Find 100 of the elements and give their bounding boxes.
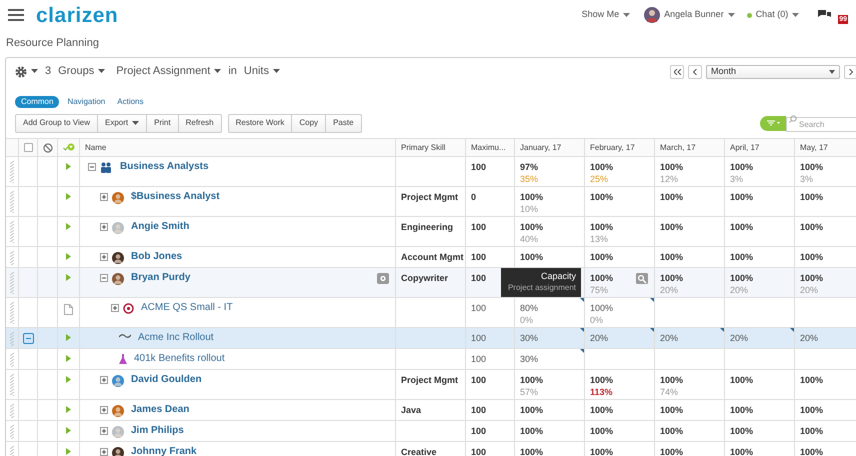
previous-button[interactable] — [688, 64, 702, 78]
drag-handle-icon[interactable] — [10, 425, 14, 439]
table-row[interactable]: $Business Analyst Project Mgmt 0 100% 10% 100% 100% 100% 100% — [6, 187, 856, 217]
expand-arrow-icon[interactable] — [66, 193, 71, 200]
expand-icon[interactable] — [100, 193, 108, 201]
expand-arrow-icon[interactable] — [66, 406, 71, 413]
column-header[interactable]: Maximu... — [471, 142, 506, 154]
view-tab[interactable]: Navigation — [63, 96, 110, 108]
zoom-icon[interactable] — [636, 273, 648, 284]
chat-menu[interactable]: Chat (0) — [756, 8, 800, 22]
units-value: 97% — [520, 161, 538, 173]
table-row[interactable]: Acme Inc Rollout 100 30% 20% 20% 20% 20% — [6, 328, 856, 349]
column-header[interactable]: May, 17 — [800, 142, 828, 154]
expand-icon[interactable] — [100, 253, 108, 261]
view-tab[interactable]: Common — [15, 96, 60, 108]
expand-arrow-icon[interactable] — [66, 163, 71, 170]
column-header[interactable]: March, 17 — [660, 142, 696, 154]
search-field[interactable]: Search — [786, 117, 856, 132]
column-header[interactable]: Primary Skill — [401, 142, 446, 154]
column-header[interactable]: Name — [85, 142, 106, 154]
drag-handle-icon[interactable] — [10, 302, 14, 324]
project-name[interactable]: ACME QS Small - IT — [141, 301, 233, 315]
units-value: 100% — [660, 446, 684, 456]
units-value: 100% — [520, 221, 544, 233]
filter-button[interactable] — [760, 116, 786, 130]
groups-menu[interactable]: Groups — [58, 63, 106, 80]
first-page-button[interactable] — [670, 64, 684, 78]
table-row[interactable]: Angie Smith Engineering 100 100% 40% 100% 13% 100% 100% 100% — [6, 217, 856, 247]
toolbar-button[interactable]: Add Group to View — [15, 114, 98, 132]
units-menu[interactable]: Units — [244, 63, 280, 80]
next-button[interactable] — [844, 64, 856, 78]
column-header[interactable]: April, 17 — [730, 142, 760, 154]
column-header[interactable]: January, 17 — [520, 142, 562, 154]
project-name[interactable]: 401k Benefits rollout — [134, 352, 225, 366]
table-row[interactable]: Business Analysts 100 97% 35% 100% 25% 100% 12% 100% 3% 100% 3% — [6, 157, 856, 187]
resource-name[interactable]: David Goulden — [131, 373, 202, 387]
drag-handle-icon[interactable] — [10, 374, 14, 396]
target-icon — [123, 303, 134, 314]
resource-name[interactable]: Angie Smith — [131, 220, 190, 234]
table-row[interactable]: Bob Jones Account Mgmt 100 100% 100% 100% 100% 100% — [6, 247, 856, 268]
row-checkbox[interactable] — [22, 333, 34, 344]
user-menu[interactable]: Angela Bunner — [664, 8, 735, 22]
expand-arrow-icon[interactable] — [66, 223, 71, 230]
toolbar-button[interactable]: Restore Work — [228, 114, 292, 132]
expand-arrow-icon[interactable] — [66, 427, 71, 434]
expand-icon[interactable] — [100, 376, 108, 384]
camera-icon[interactable] — [377, 273, 389, 284]
expand-arrow-icon[interactable] — [66, 253, 71, 260]
drag-handle-icon[interactable] — [10, 404, 14, 418]
resource-name[interactable]: James Dean — [131, 403, 190, 417]
table-row[interactable]: ACME QS Small - IT 100 80% 0% 100% 0% — [6, 298, 856, 328]
resource-name[interactable]: Johnny Frank — [131, 445, 197, 456]
table-row[interactable]: James Dean Java 100 100% 100% 100% 100% 100% — [6, 400, 856, 421]
resource-name[interactable]: Bryan Purdy — [131, 271, 190, 285]
drag-handle-icon[interactable] — [10, 272, 14, 294]
collapse-icon[interactable] — [100, 274, 108, 282]
menu-icon[interactable] — [8, 9, 24, 21]
blocked-icon[interactable] — [42, 142, 52, 152]
expand-icon[interactable] — [100, 427, 108, 435]
drag-handle-icon[interactable] — [10, 332, 14, 346]
drag-handle-icon[interactable] — [10, 446, 14, 456]
units-value: 100% — [800, 404, 824, 416]
expand-arrow-icon[interactable] — [66, 448, 71, 455]
expand-icon[interactable] — [100, 223, 108, 231]
show-me-menu[interactable]: Show Me — [582, 8, 630, 22]
resource-name[interactable]: $Business Analyst — [131, 190, 220, 204]
view-tab[interactable]: Actions — [113, 96, 148, 108]
resource-name[interactable]: Jim Philips — [131, 424, 184, 438]
drag-handle-icon[interactable] — [10, 191, 14, 213]
period-select[interactable]: Month — [706, 64, 840, 78]
table-row[interactable]: 401k Benefits rollout 100 30% — [6, 349, 856, 370]
drag-handle-icon[interactable] — [10, 221, 14, 243]
settings-menu[interactable] — [15, 66, 38, 78]
expand-icon[interactable] — [100, 448, 108, 456]
drag-handle-icon[interactable] — [10, 161, 14, 183]
table-row[interactable]: Jim Philips 100 100% 100% 100% 100% 100% — [6, 421, 856, 442]
resource-name[interactable]: Business Analysts — [120, 160, 209, 174]
logo-icon — [119, 333, 131, 339]
toolbar-button[interactable]: Paste — [325, 114, 362, 132]
document-icon[interactable] — [64, 304, 73, 315]
expand-arrow-icon[interactable] — [66, 376, 71, 383]
project-name[interactable]: Acme Inc Rollout — [138, 331, 214, 345]
grouping-menu[interactable]: Project Assignment — [116, 63, 222, 80]
expand-icon[interactable] — [111, 304, 119, 312]
drag-handle-icon[interactable] — [10, 353, 14, 367]
resource-name[interactable]: Bob Jones — [131, 250, 182, 264]
status-filter-icon[interactable] — [62, 143, 74, 152]
expand-arrow-icon[interactable] — [66, 334, 71, 341]
expand-arrow-icon[interactable] — [66, 355, 71, 362]
toolbar-button[interactable]: Export — [97, 114, 148, 132]
drag-handle-icon[interactable] — [10, 251, 14, 265]
toolbar-button[interactable]: Print — [146, 114, 179, 132]
select-all-checkbox[interactable] — [24, 143, 32, 152]
collapse-icon[interactable] — [88, 163, 96, 171]
expand-icon[interactable] — [100, 406, 108, 414]
expand-arrow-icon[interactable] — [66, 274, 71, 281]
toolbar-button[interactable]: Refresh — [178, 114, 222, 132]
table-row[interactable]: David Goulden Project Mgmt 100 100% 57% 100% 113% 100% 74% 100% 100% — [6, 370, 856, 400]
toolbar-button[interactable]: Copy — [291, 114, 326, 132]
column-header[interactable]: February, 17 — [590, 142, 635, 154]
